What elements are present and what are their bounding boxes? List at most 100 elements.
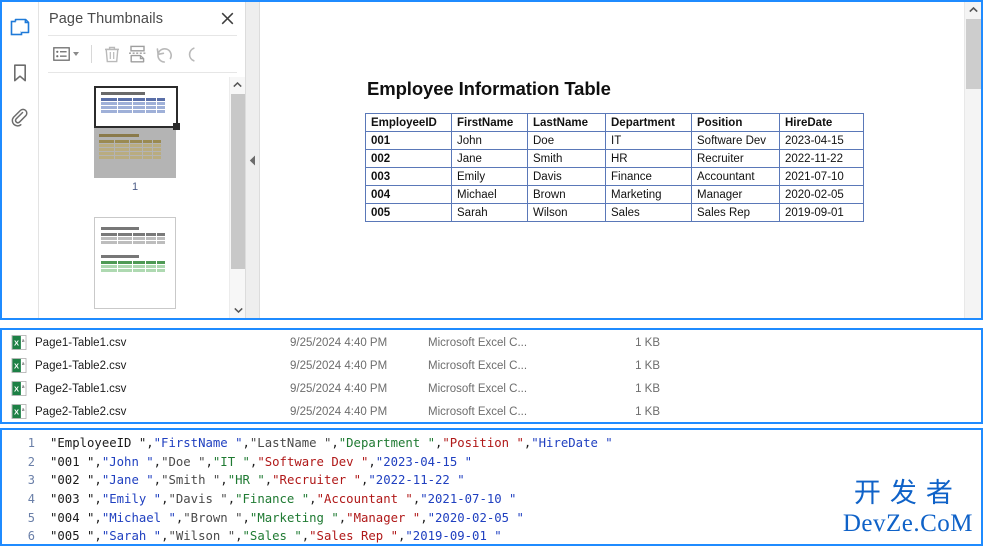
toolbar-divider bbox=[91, 45, 92, 63]
svg-text:X: X bbox=[14, 408, 19, 417]
csv-separator: , bbox=[412, 492, 421, 507]
csv-text-editor[interactable]: 1 "EmployeeID ", "FirstName ", "LastName ",… bbox=[0, 428, 983, 546]
close-icon[interactable] bbox=[217, 9, 237, 29]
collapse-panel-button[interactable] bbox=[246, 2, 260, 318]
csv-field: "Brown " bbox=[183, 510, 243, 525]
cell-position: Software Dev bbox=[691, 131, 780, 150]
thumbnail-item[interactable]: 1 bbox=[94, 86, 180, 193]
attachments-icon[interactable] bbox=[5, 101, 35, 135]
thumbnails-list: 1 bbox=[40, 77, 230, 318]
csv-file-icon: X a bbox=[11, 335, 27, 350]
csv-separator: , bbox=[242, 510, 250, 525]
rotate-cw-icon bbox=[188, 46, 195, 62]
csv-field: "Doe " bbox=[161, 454, 206, 469]
cell-employeeid: 002 bbox=[365, 149, 452, 168]
cell-hiredate: 2021-07-10 bbox=[779, 167, 864, 186]
thumbnails-toolbar bbox=[40, 36, 245, 72]
extract-pages-button[interactable] bbox=[125, 41, 150, 67]
csv-field: "EmployeeID " bbox=[50, 436, 147, 451]
thumbnail-page-1-lower-region bbox=[94, 131, 176, 178]
code-line: 4 "003 ", "Emily ", "Davis ", "Finance ", "Ac… bbox=[2, 490, 981, 509]
cell-hiredate: 2019-09-01 bbox=[779, 203, 864, 222]
employee-information-table: EmployeeID FirstName LastName Department… bbox=[365, 113, 864, 222]
selection-resize-handle[interactable] bbox=[173, 123, 180, 130]
viewer-side-rail bbox=[2, 2, 39, 318]
scroll-up-icon[interactable] bbox=[230, 77, 245, 93]
list-item[interactable]: X a Page2-Table1.csv 9/25/2024 4:40 PM M… bbox=[2, 378, 981, 399]
code-line: 5 "004 ", "Michael ", "Brown ", "Marketing "… bbox=[2, 508, 981, 527]
close-glyph bbox=[221, 12, 233, 25]
csv-field: "Sales Rep " bbox=[309, 529, 398, 544]
svg-text:X: X bbox=[14, 362, 19, 371]
file-name: Page2-Table1.csv bbox=[35, 382, 127, 395]
csv-field: "2023-04-15 " bbox=[375, 454, 473, 469]
cell-firstname: John bbox=[451, 131, 528, 150]
file-date: 9/25/2024 4:40 PM bbox=[290, 359, 388, 372]
cell-employeeid: 003 bbox=[365, 167, 452, 186]
csv-field: "004 " bbox=[50, 510, 95, 525]
thumbnail-selection-box[interactable] bbox=[94, 86, 180, 130]
thumbnail-page-2[interactable] bbox=[94, 217, 176, 309]
csv-separator: , bbox=[309, 492, 317, 507]
csv-separator: , bbox=[249, 454, 258, 469]
view-options-button[interactable] bbox=[50, 41, 82, 67]
cell-department: IT bbox=[605, 131, 692, 150]
rotate-ccw-icon bbox=[156, 47, 172, 63]
csv-field: "2021-07-10 " bbox=[420, 492, 517, 507]
table-row: 004 Michael Brown Marketing Manager 2020… bbox=[365, 185, 864, 204]
csv-field: "Michael " bbox=[101, 510, 176, 525]
csv-separator: , bbox=[523, 436, 532, 451]
csv-field: "2022-11-22 " bbox=[368, 473, 465, 488]
thumbnail-item[interactable]: 2 bbox=[94, 197, 176, 318]
csv-separator: , bbox=[146, 436, 154, 451]
cell-firstname: Michael bbox=[451, 185, 528, 204]
cell-employeeid: 005 bbox=[365, 203, 452, 222]
csv-field: "FirstName " bbox=[153, 436, 243, 451]
scrollbar-thumb[interactable] bbox=[966, 19, 981, 89]
csv-field: "002 " bbox=[50, 473, 95, 488]
csv-field: "LastName " bbox=[249, 436, 332, 451]
cell-hiredate: 2022-11-22 bbox=[779, 149, 864, 168]
delete-pages-button[interactable] bbox=[101, 41, 123, 67]
rotate-clockwise-button[interactable] bbox=[179, 41, 199, 67]
thumbnails-scrollbar[interactable] bbox=[229, 77, 245, 318]
csv-separator: , bbox=[242, 436, 250, 451]
document-scrollbar[interactable] bbox=[964, 2, 981, 318]
csv-field: "Smith " bbox=[161, 473, 221, 488]
file-type: Microsoft Excel C... bbox=[428, 405, 528, 418]
scrollbar-thumb[interactable] bbox=[231, 94, 245, 269]
cell-position: Manager bbox=[691, 185, 780, 204]
cell-lastname: Brown bbox=[527, 185, 606, 204]
line-number: 5 bbox=[27, 510, 35, 525]
csv-separator: , bbox=[420, 510, 428, 525]
csv-file-icon: X a bbox=[11, 358, 27, 373]
cell-department: Finance bbox=[605, 167, 692, 186]
csv-separator: , bbox=[161, 529, 169, 544]
cell-lastname: Doe bbox=[527, 131, 606, 150]
csv-field: "Accountant " bbox=[316, 492, 413, 507]
svg-text:a: a bbox=[22, 407, 25, 412]
file-size: 1 KB bbox=[635, 382, 660, 395]
scroll-up-icon[interactable] bbox=[965, 2, 981, 18]
app-root: Page Thumbnails 1 Employee Information T… bbox=[0, 0, 983, 546]
csv-separator: , bbox=[153, 473, 162, 488]
bookmarks-icon[interactable] bbox=[5, 56, 35, 90]
rotate-counterclockwise-button[interactable] bbox=[152, 41, 177, 67]
list-item[interactable]: X a Page1-Table2.csv 9/25/2024 4:40 PM M… bbox=[2, 355, 981, 376]
csv-separator: , bbox=[227, 492, 236, 507]
list-item[interactable]: X a Page2-Table2.csv 9/25/2024 4:40 PM M… bbox=[2, 401, 981, 422]
csv-field: "Software Dev " bbox=[257, 454, 369, 469]
document-page: Employee Information Table EmployeeID Fi… bbox=[261, 2, 963, 318]
page-thumbnails-icon[interactable] bbox=[5, 11, 35, 45]
paperclip-glyph bbox=[11, 108, 28, 127]
scroll-down-icon[interactable] bbox=[230, 302, 246, 318]
svg-text:a: a bbox=[22, 384, 25, 389]
csv-separator: , bbox=[301, 529, 310, 544]
code-line: 3 "002 ", "Jane ", "Smith ", "HR ", "Recruite… bbox=[2, 471, 981, 490]
thumbnail-page-1[interactable] bbox=[94, 86, 180, 178]
file-size: 1 KB bbox=[635, 336, 660, 349]
csv-field: "Jane " bbox=[101, 473, 154, 488]
list-item[interactable]: X a Page1-Table1.csv 9/25/2024 4:40 PM M… bbox=[2, 332, 981, 353]
column-header-position: Position bbox=[691, 113, 780, 132]
csv-separator: , bbox=[94, 454, 102, 469]
